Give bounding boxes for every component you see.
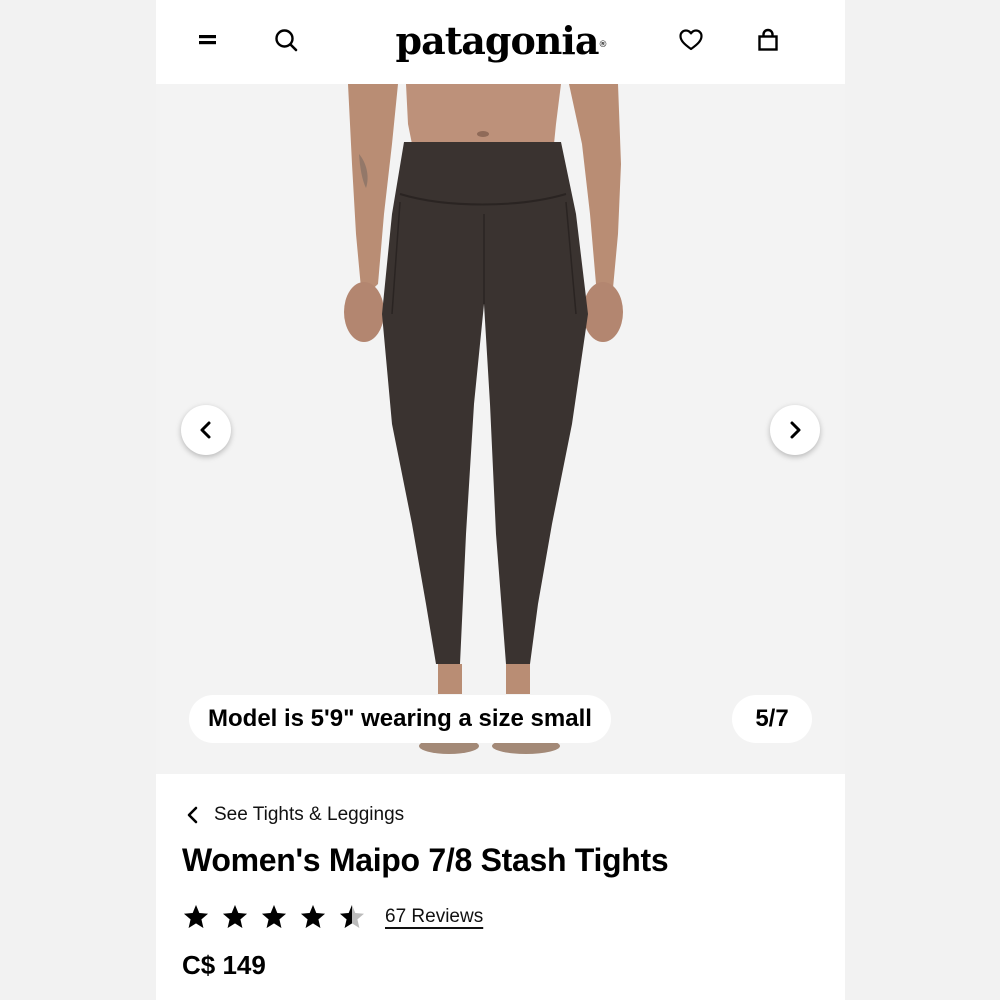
reviews-link[interactable]: 67 Reviews [385, 906, 483, 928]
previous-image-button[interactable] [181, 405, 231, 455]
breadcrumb[interactable]: See Tights & Leggings [184, 802, 404, 828]
product-rating[interactable]: 67 Reviews [182, 902, 483, 932]
breadcrumb-label: See Tights & Leggings [214, 804, 405, 825]
star-icon [338, 903, 366, 931]
product-title: Women's Maipo 7/8 Stash Tights [182, 842, 669, 878]
star-icon [260, 903, 288, 931]
backdrop-right [845, 0, 1000, 1000]
site-header: patagonia® [156, 0, 845, 84]
star-icon [299, 903, 327, 931]
product-info: See Tights & Leggings Women's Maipo 7/8 … [156, 774, 845, 1000]
menu-icon[interactable] [194, 26, 222, 54]
bag-icon[interactable] [754, 26, 782, 54]
brand-registered-mark: ® [598, 40, 607, 50]
chevron-left-icon [200, 421, 211, 439]
model-size-caption: Model is 5'9" wearing a size small [189, 695, 611, 743]
heart-icon[interactable] [677, 26, 705, 54]
product-page: patagonia® Model is 5'9" wearing a size … [156, 0, 845, 1000]
star-icon [221, 903, 249, 931]
backdrop-left [0, 0, 156, 1000]
chevron-right-icon [790, 421, 801, 439]
image-counter: 5/7 [732, 695, 812, 743]
brand-wordmark: patagonia [395, 18, 600, 63]
next-image-button[interactable] [770, 405, 820, 455]
chevron-left-icon [187, 806, 198, 824]
rating-stars [182, 903, 377, 931]
brand-logo[interactable]: patagonia® [391, 16, 611, 66]
product-image-gallery[interactable]: Model is 5'9" wearing a size small 5/7 [156, 84, 845, 774]
search-icon[interactable] [272, 26, 300, 54]
product-photo [344, 84, 623, 754]
star-icon [182, 903, 210, 931]
product-price: C$ 149 [182, 950, 266, 980]
